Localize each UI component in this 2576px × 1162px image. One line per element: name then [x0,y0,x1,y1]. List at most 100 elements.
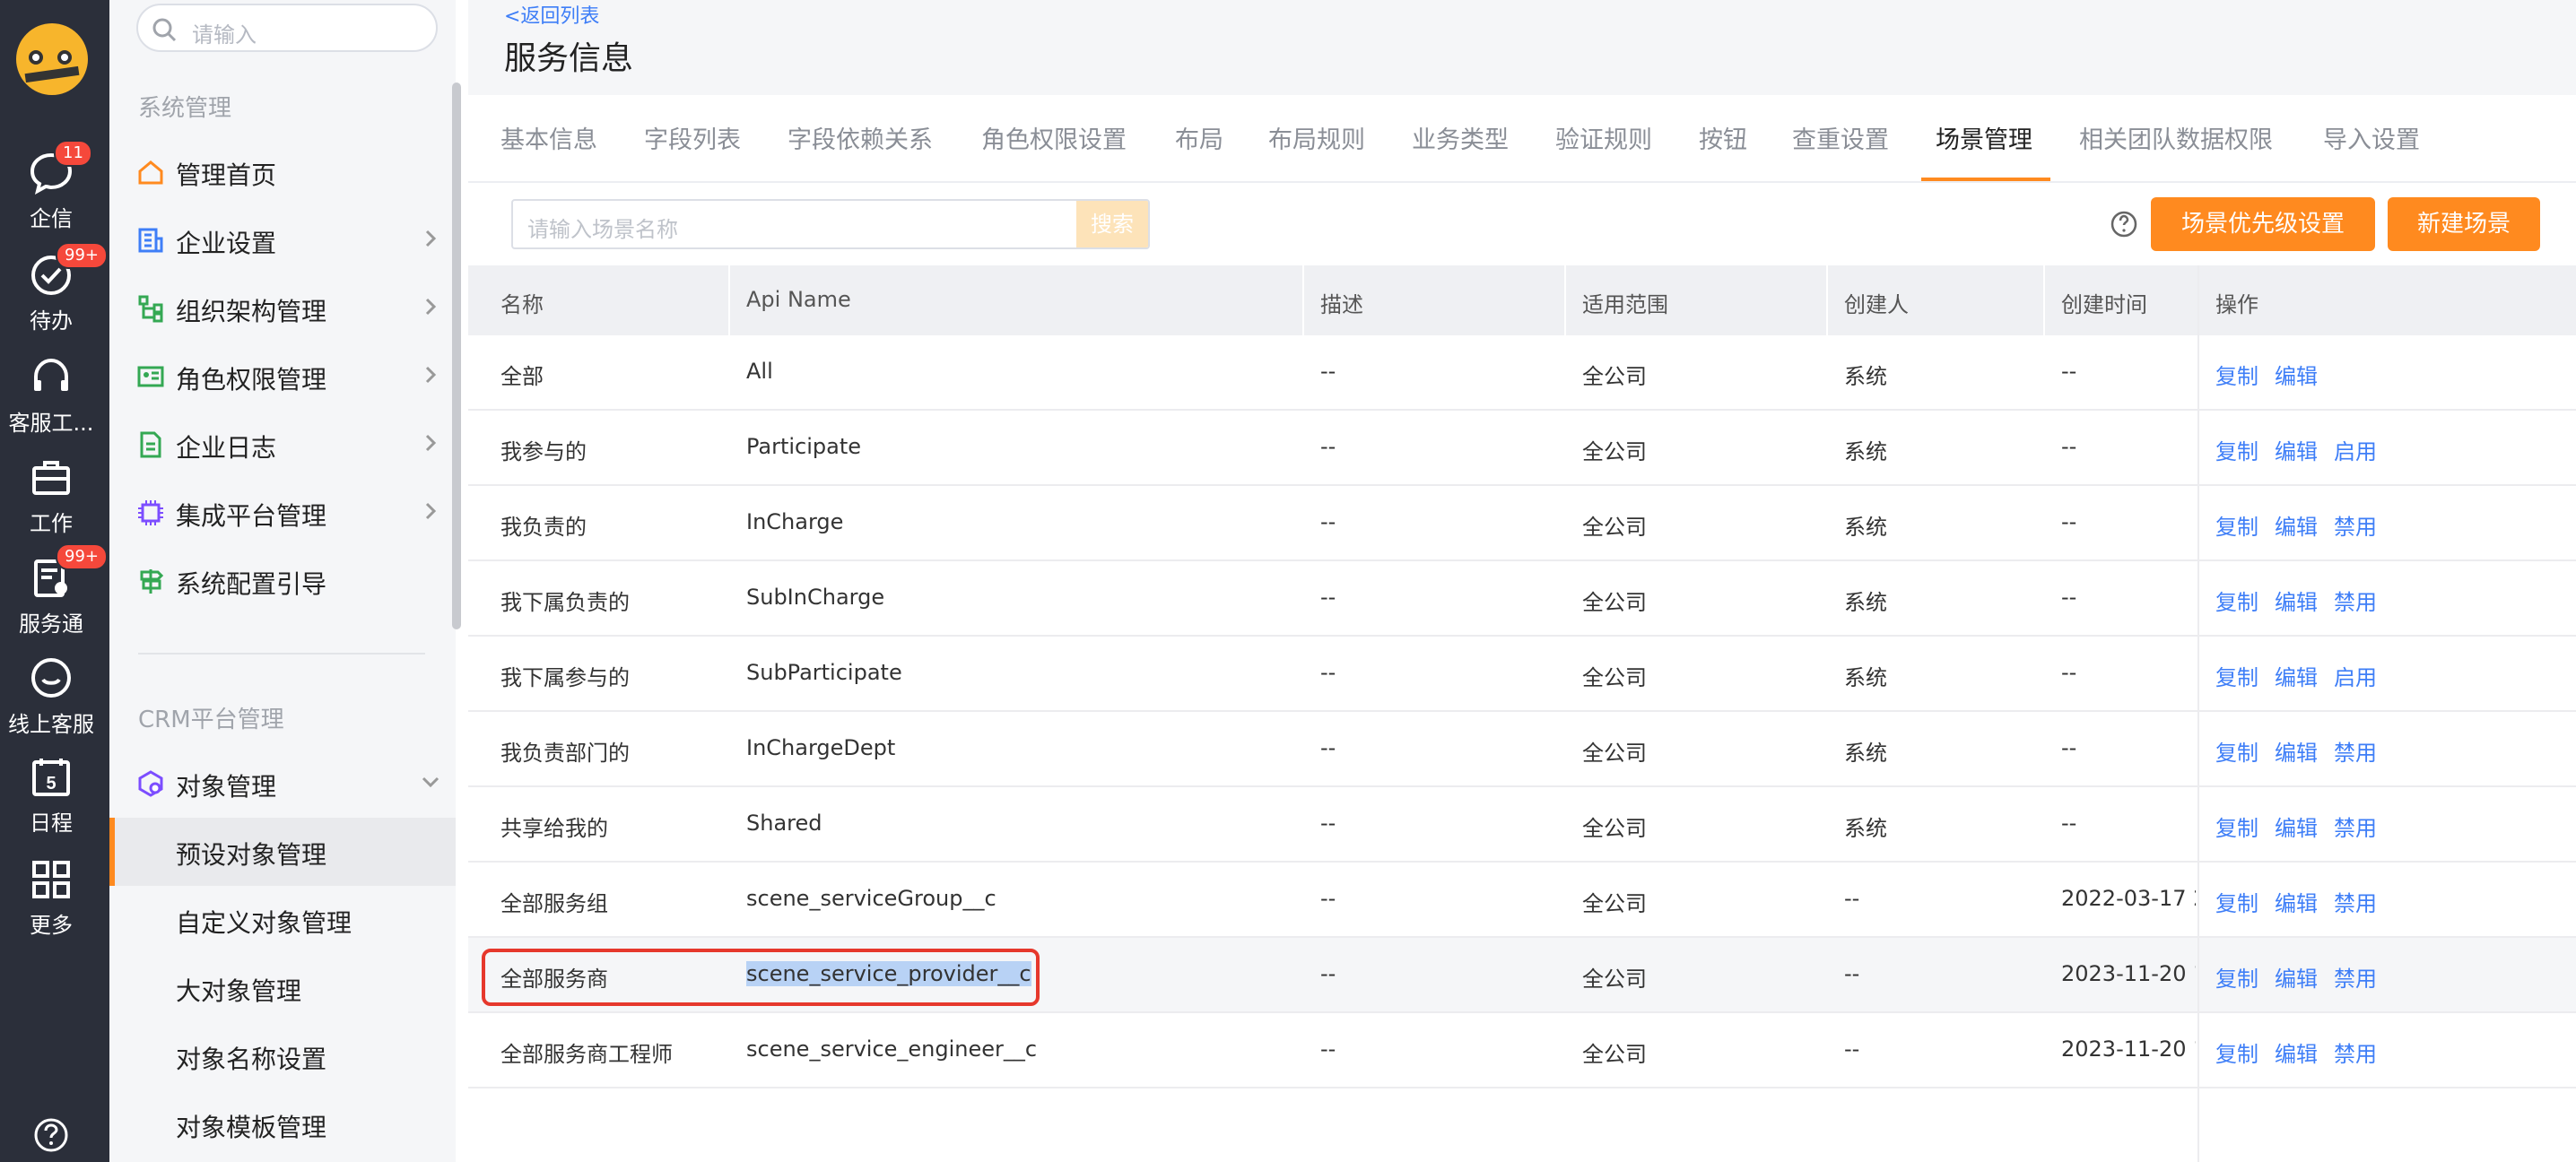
enable-link[interactable]: 启用 [2334,434,2377,465]
edit-link[interactable]: 编辑 [2275,1036,2318,1068]
copy-link[interactable]: 复制 [2215,1036,2258,1068]
col-header-creator: 创建人 [1844,292,1909,317]
sidebar-sub-big-objects[interactable]: 大对象管理 [109,954,456,1022]
rail-item-calendar[interactable]: 5 日程 [0,755,102,837]
col-separator [2043,265,2045,335]
copy-link[interactable]: 复制 [2215,961,2258,993]
edit-link[interactable]: 编辑 [2275,509,2318,541]
tab-role-permissions[interactable]: 角色权限设置 [981,120,1127,155]
sidebar-item-object-management[interactable]: 对象管理 [136,759,441,809]
disable-link[interactable]: 禁用 [2334,585,2377,616]
edit-link[interactable]: 编辑 [2275,735,2318,767]
tab-team-data-permissions[interactable]: 相关团队数据权限 [2079,120,2273,155]
sidebar-item-role-permissions[interactable]: 角色权限管理 [136,351,441,402]
disable-link[interactable]: 禁用 [2334,811,2377,842]
sidebar-sub-label: 对象名称设置 [176,1045,327,1074]
edit-link[interactable]: 编辑 [2275,660,2318,691]
tab-layout-rules[interactable]: 布局规则 [1268,120,1365,155]
chevron-down-icon [422,776,439,788]
app-logo[interactable] [16,23,88,95]
cell-name: 全部服务组 [500,891,608,916]
cell-created-time: -- [2061,509,2077,534]
tab-validation-rules[interactable]: 验证规则 [1555,120,1652,155]
rail-item-online-service[interactable]: 线上客服 [0,656,102,738]
tab-import-settings[interactable]: 导入设置 [2323,120,2420,155]
copy-link[interactable]: 复制 [2215,886,2258,917]
cell-description: -- [1320,660,1336,685]
scene-search-field[interactable]: 请输入场景名称 搜索 [511,199,1150,249]
rail-item-more[interactable]: 更多 [0,857,102,939]
rail-item-work[interactable]: 工作 [0,455,102,537]
signpost-icon [140,569,164,594]
cell-actions: 复制 编辑 禁用 [2215,961,2393,993]
disable-link[interactable]: 禁用 [2334,735,2377,767]
cell-actions: 复制 编辑 禁用 [2215,811,2393,842]
calendar-icon: 5 [32,759,70,796]
rail-label: 客服工... [8,411,94,436]
edit-link[interactable]: 编辑 [2275,359,2318,390]
help-question-icon[interactable] [2110,210,2138,238]
cell-created-time: -- [2061,811,2077,836]
sidebar-item-admin-home[interactable]: 管理首页 [136,147,441,197]
cell-actions: 复制 编辑 禁用 [2215,585,2393,616]
scene-priority-button[interactable]: 场景优先级设置 [2151,197,2375,251]
sidebar-search[interactable]: 请输入 [136,4,438,52]
rail-item-todo[interactable]: 待办 99+ [0,242,108,334]
scene-search-placeholder: 请输入场景名称 [527,217,678,242]
sidebar-sub-preset-objects[interactable]: 预设对象管理 [109,818,456,886]
new-scene-button[interactable]: 新建场景 [2388,197,2540,251]
sidebar-scrollbar[interactable] [452,82,461,629]
scene-search-button[interactable]: 搜索 [1076,201,1148,247]
sidebar-item-integration-platform[interactable]: 集成平台管理 [136,488,441,538]
disable-link[interactable]: 禁用 [2334,509,2377,541]
copy-link[interactable]: 复制 [2215,660,2258,691]
edit-link[interactable]: 编辑 [2275,585,2318,616]
edit-link[interactable]: 编辑 [2275,811,2318,842]
edit-link[interactable]: 编辑 [2275,886,2318,917]
page-header: <返回列表 服务信息 [468,0,2576,95]
copy-link[interactable]: 复制 [2215,359,2258,390]
tab-buttons[interactable]: 按钮 [1699,120,1747,155]
copy-link[interactable]: 复制 [2215,735,2258,767]
disable-link[interactable]: 禁用 [2334,1036,2377,1068]
sidebar-item-enterprise-settings[interactable]: 企业设置 [136,215,441,265]
sidebar-item-label: 管理首页 [176,160,277,190]
sidebar-item-org-structure[interactable]: 组织架构管理 [136,283,441,334]
tab-basic-info[interactable]: 基本信息 [500,120,597,155]
sidebar-sub-object-naming[interactable]: 对象名称设置 [109,1022,456,1090]
sidebar-item-label: 系统配置引导 [176,569,327,599]
copy-link[interactable]: 复制 [2215,585,2258,616]
copy-link[interactable]: 复制 [2215,811,2258,842]
enable-link[interactable]: 启用 [2334,660,2377,691]
sidebar-sub-label: 自定义对象管理 [176,908,352,938]
rail-item-customer-service[interactable]: 客服工... [0,355,102,437]
sidebar-sub-custom-objects[interactable]: 自定义对象管理 [109,886,456,954]
disable-link[interactable]: 禁用 [2334,886,2377,917]
tab-scene-management[interactable]: 场景管理 [1936,120,2032,155]
tab-field-list[interactable]: 字段列表 [644,120,741,155]
cell-description: -- [1320,886,1336,911]
copy-link[interactable]: 复制 [2215,509,2258,541]
disable-link[interactable]: 禁用 [2334,961,2377,993]
table-row: 我下属参与的 SubParticipate -- 全公司 系统 -- 复制 编辑启… [468,637,2576,712]
sidebar-item-enterprise-log[interactable]: 企业日志 [136,420,441,470]
cell-creator: 系统 [1844,665,1887,690]
rail-help[interactable] [0,1117,102,1153]
back-to-list-link[interactable]: <返回列表 [504,0,599,29]
sidebar-sub-object-templates[interactable]: 对象模板管理 [109,1090,456,1158]
rail-label: 日程 [30,811,73,836]
sidebar-item-config-guide[interactable]: 系统配置引导 [136,556,441,606]
rail-label: 服务通 [19,611,83,637]
cell-name: 共享给我的 [500,816,608,841]
tab-layout[interactable]: 布局 [1175,120,1223,155]
tab-field-dependency[interactable]: 字段依赖关系 [788,120,933,155]
tab-duplicate-check[interactable]: 查重设置 [1792,120,1889,155]
edit-link[interactable]: 编辑 [2275,961,2318,993]
cell-creator: 系统 [1844,590,1887,615]
logo-eye-right [57,50,72,65]
rail-item-qixin[interactable]: 企信 11 [0,140,102,232]
tab-business-type[interactable]: 业务类型 [1412,120,1509,155]
rail-item-service-tong[interactable]: 服务通 99+ [0,543,108,637]
edit-link[interactable]: 编辑 [2275,434,2318,465]
copy-link[interactable]: 复制 [2215,434,2258,465]
